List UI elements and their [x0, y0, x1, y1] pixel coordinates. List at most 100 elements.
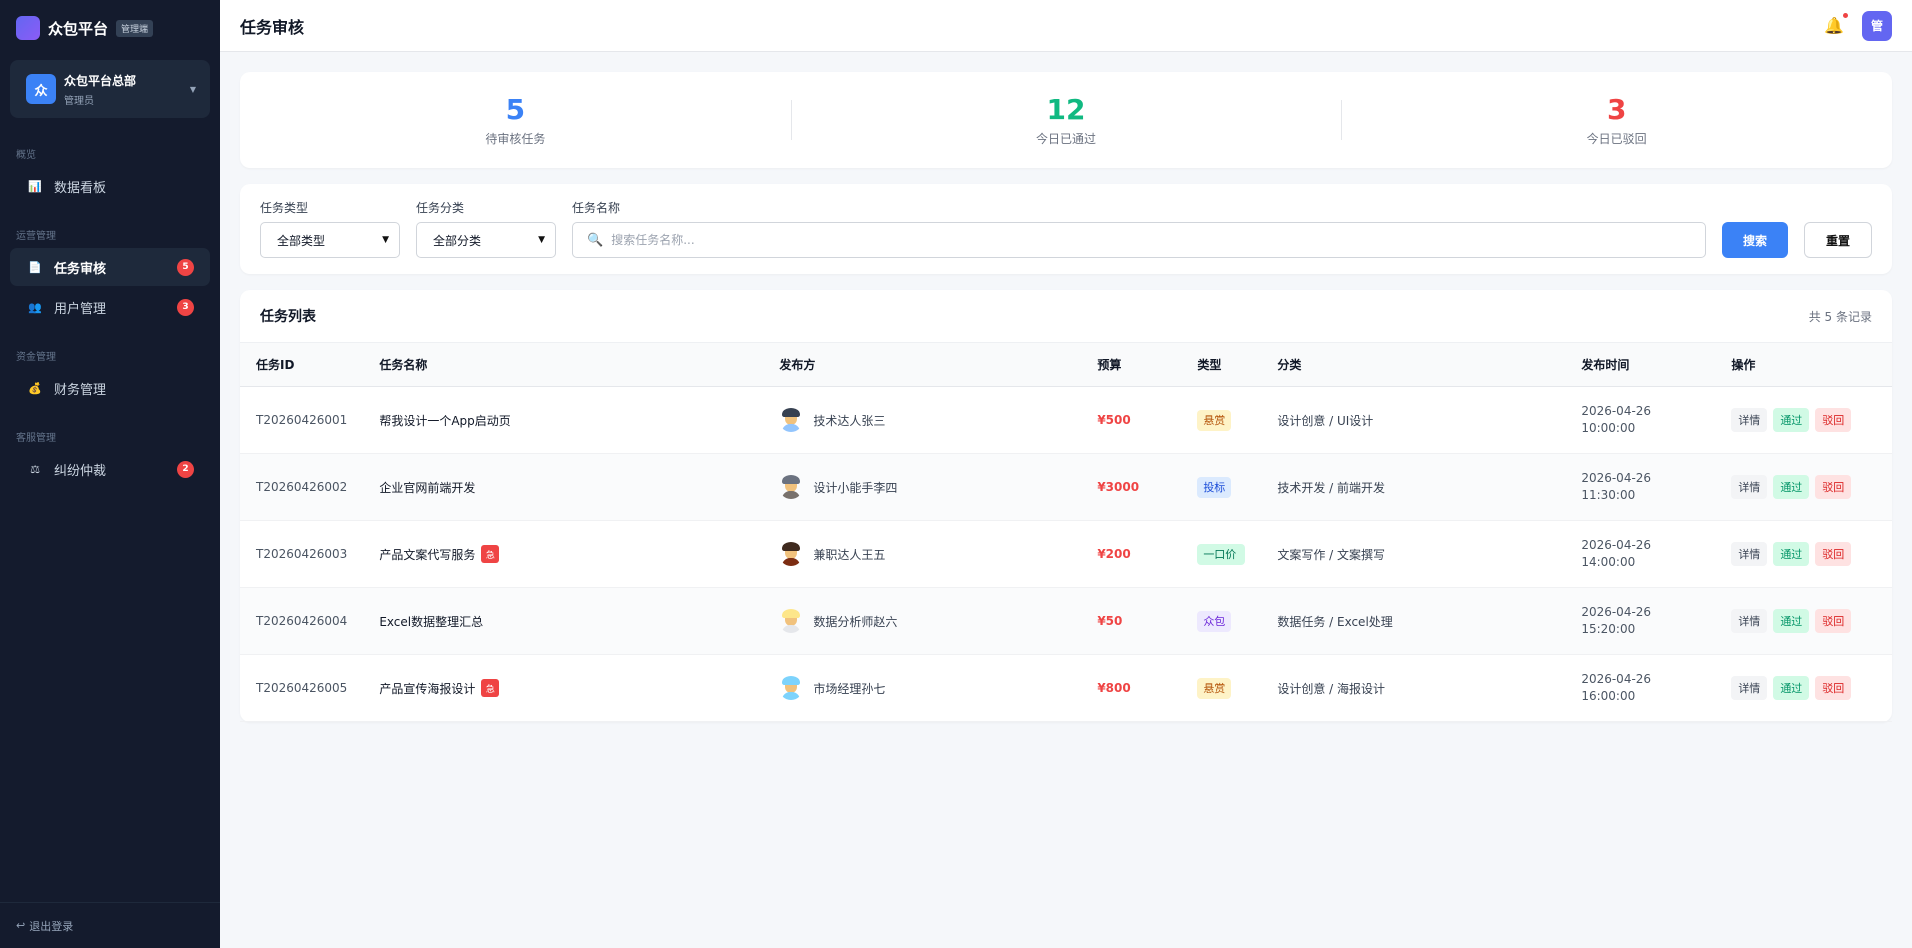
sidebar-item-disputes[interactable]: ⚖ 纠纷仲裁 2 [10, 450, 210, 488]
users-icon: 👥 [28, 300, 42, 314]
column-header: 分类 [1277, 358, 1302, 372]
detail-button[interactable]: 详情 [1731, 676, 1768, 700]
sidebar-item-label: 财务管理 [54, 382, 107, 398]
actions-cell: 详情 通过 驳回 [1715, 454, 1892, 521]
task-name: 帮我设计一个App启动页 [379, 413, 511, 428]
app-root: 众包平台 管理端 众 众包平台总部 管理员 ▼ 概览 📊 数据看板 运营管理 📄… [0, 0, 1912, 948]
detail-button[interactable]: 详情 [1731, 475, 1768, 499]
reset-button[interactable]: 重置 [1804, 222, 1872, 258]
stat-approved: 12 今日已通过 [790, 92, 1342, 147]
filter-card: 任务类型 全部类型 ▼ 任务分类 全部分类 ▼ 任务名称 🔍 搜索任务名称...… [240, 184, 1892, 274]
logout-button[interactable]: ↩ 退出登录 [0, 902, 220, 948]
task-name-cell: 产品文案代写服务急 [363, 521, 763, 588]
sidebar-item-user-management[interactable]: 👥 用户管理 3 [10, 288, 210, 326]
type-select-value: 全部类型 [277, 233, 326, 248]
user-avatar[interactable]: 管 [1862, 10, 1892, 41]
sidebar-item-label: 用户管理 [54, 301, 107, 317]
stat-value: 12 [1046, 92, 1086, 126]
task-category: 数据任务 / Excel处理 [1277, 614, 1393, 629]
name-filter-label: 任务名称 [572, 201, 621, 215]
column-header: 任务ID [256, 358, 295, 372]
topbar: 任务审核 🔔 管 [220, 0, 1912, 52]
reject-button[interactable]: 驳回 [1815, 542, 1852, 566]
avatar-body [782, 692, 801, 700]
task-category: 文案写作 / 文案撰写 [1277, 547, 1385, 562]
avatar-hair [782, 542, 801, 551]
table-header-row: 任务ID 任务名称 发布方 预算 类型 分类 发布时间 操作 [240, 342, 1892, 387]
table-row: T20260426001 帮我设计一个App启动页 技术达人张三 ¥500 悬赏 设计创意… [240, 387, 1892, 454]
task-budget: ¥500 [1097, 413, 1131, 427]
task-category: 设计创意 / 海报设计 [1277, 681, 1385, 696]
table-row: T20260426003 产品文案代写服务急 兼职达人王五 ¥200 一口价 文案写作 /… [240, 521, 1892, 588]
notification-bell-icon[interactable]: 🔔 [1824, 13, 1848, 35]
approve-button[interactable]: 通过 [1773, 609, 1810, 633]
reject-button[interactable]: 驳回 [1815, 408, 1852, 432]
task-type-cell: 众包 [1181, 588, 1261, 655]
task-list-header: 任务列表 共 5 条记录 [240, 290, 1892, 342]
publisher-avatar [779, 542, 803, 566]
org-avatar: 众 [26, 74, 56, 104]
urgent-badge: 急 [481, 545, 500, 563]
document-icon: 📄 [28, 260, 42, 274]
reject-button[interactable]: 驳回 [1815, 475, 1852, 499]
publisher-cell: 兼职达人王五 [763, 521, 1081, 588]
sidebar-item-label: 数据看板 [54, 180, 107, 196]
sidebar-item-dashboard[interactable]: 📊 数据看板 [10, 167, 210, 205]
task-id: T20260426002 [256, 480, 348, 494]
publish-date: 2026-04-26 [1581, 605, 1652, 619]
type-select[interactable]: 全部类型 ▼ [260, 222, 400, 258]
detail-button[interactable]: 详情 [1731, 408, 1768, 432]
avatar-hair [782, 408, 801, 417]
sidebar-item-finance[interactable]: 💰 财务管理 [10, 369, 210, 407]
search-input[interactable] [611, 233, 1691, 247]
approve-button[interactable]: 通过 [1773, 676, 1810, 700]
brand-name: 众包平台 [48, 19, 109, 38]
nav-section-service: 客服管理 [16, 433, 56, 444]
brand: 众包平台 管理端 [0, 0, 220, 56]
category-select[interactable]: 全部分类 ▼ [416, 222, 556, 258]
task-name-cell: 企业官网前端开发 [363, 454, 763, 521]
detail-button[interactable]: 详情 [1731, 609, 1768, 633]
approve-button[interactable]: 通过 [1773, 542, 1810, 566]
publish-date: 2026-04-26 [1581, 672, 1652, 686]
avatar-hair [782, 609, 801, 618]
publish-date: 2026-04-26 [1581, 404, 1652, 418]
task-id: T20260426004 [256, 614, 348, 628]
search-box: 🔍 [572, 222, 1706, 258]
approve-button[interactable]: 通过 [1773, 408, 1810, 432]
task-category: 设计创意 / UI设计 [1277, 413, 1374, 428]
publisher-cell: 市场经理孙七 [763, 655, 1081, 722]
sidebar: 众包平台 管理端 众 众包平台总部 管理员 ▼ 概览 📊 数据看板 运营管理 📄… [0, 0, 220, 948]
chevron-down-icon: ▼ [538, 235, 545, 245]
task-name: 企业官网前端开发 [379, 480, 476, 495]
task-name-cell: 帮我设计一个App启动页 [363, 387, 763, 454]
org-switcher[interactable]: 众 众包平台总部 管理员 ▼ [10, 60, 210, 118]
approve-button[interactable]: 通过 [1773, 475, 1810, 499]
reject-button[interactable]: 驳回 [1815, 609, 1852, 633]
count-badge: 3 [177, 298, 194, 316]
publish-time-cell: 2026-04-26 11:30:00 [1565, 454, 1715, 521]
brand-tag: 管理端 [116, 19, 154, 37]
stat-label: 今日已驳回 [1586, 131, 1647, 146]
reject-button[interactable]: 驳回 [1815, 676, 1852, 700]
detail-button[interactable]: 详情 [1731, 542, 1768, 566]
publisher-avatar [779, 609, 803, 633]
publisher-avatar [779, 408, 803, 432]
scales-icon: ⚖ [30, 462, 40, 476]
stat-rejected: 3 今日已驳回 [1341, 93, 1892, 147]
nav-section-overview: 概览 [16, 150, 36, 161]
category-filter: 任务分类 全部分类 ▼ [416, 199, 556, 258]
stat-label: 今日已通过 [1036, 131, 1097, 146]
avatar-hair [782, 475, 801, 484]
task-name: 产品宣传海报设计 [379, 681, 476, 696]
task-type-cell: 悬赏 [1181, 655, 1261, 722]
stat-label: 待审核任务 [485, 131, 546, 146]
category-select-value: 全部分类 [433, 233, 482, 248]
search-button[interactable]: 搜索 [1722, 222, 1788, 258]
sidebar-item-task-review[interactable]: 📄 任务审核 5 [10, 248, 210, 286]
avatar-body [782, 424, 801, 432]
type-filter-label: 任务类型 [260, 201, 309, 215]
column-header: 操作 [1731, 358, 1756, 372]
task-type-tag: 一口价 [1197, 543, 1246, 565]
publish-clock: 14:00:00 [1581, 555, 1636, 569]
